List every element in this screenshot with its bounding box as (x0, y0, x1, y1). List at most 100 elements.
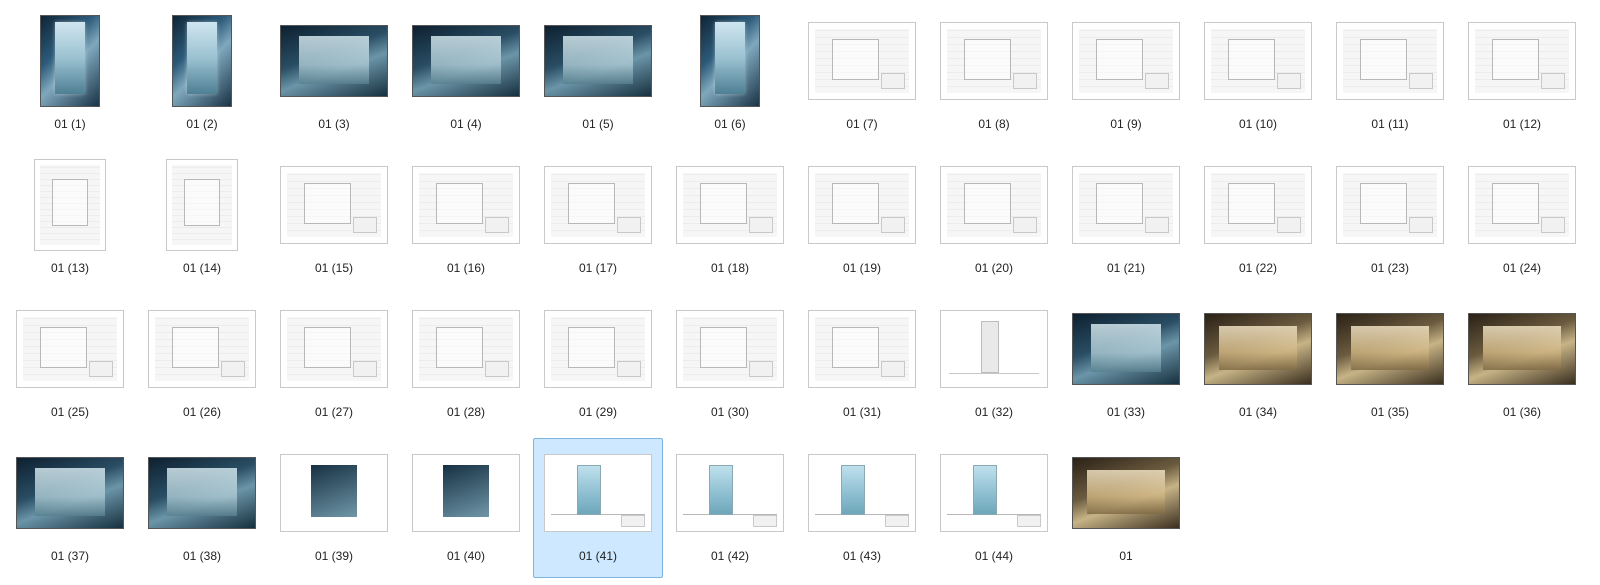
thumbnail-image (1468, 166, 1576, 244)
thumbnail-wrap (412, 443, 520, 543)
file-label: 01 (12) (1503, 117, 1541, 131)
thumbnail-image (676, 310, 784, 388)
file-label: 01 (21) (1107, 261, 1145, 275)
file-item[interactable]: 01 (11) (1325, 6, 1455, 146)
file-item[interactable]: 01 (10) (1193, 6, 1323, 146)
thumbnail-image (940, 454, 1048, 532)
thumbnail-wrap (940, 11, 1048, 111)
file-label: 01 (2) (186, 117, 217, 131)
file-item[interactable]: 01 (28) (401, 294, 531, 434)
thumbnail-wrap (940, 443, 1048, 543)
file-item[interactable]: 01 (34) (1193, 294, 1323, 434)
file-item[interactable]: 01 (1061, 438, 1191, 578)
thumbnail-image (172, 15, 232, 107)
thumbnail-wrap (1336, 299, 1444, 399)
thumbnail-wrap (700, 11, 760, 111)
file-item[interactable]: 01 (41) (533, 438, 663, 578)
thumbnail-wrap (412, 155, 520, 255)
file-item[interactable]: 01 (16) (401, 150, 531, 290)
file-item[interactable]: 01 (26) (137, 294, 267, 434)
file-item[interactable]: 01 (19) (797, 150, 927, 290)
file-item[interactable]: 01 (12) (1457, 6, 1587, 146)
thumbnail-wrap (40, 11, 100, 111)
thumbnail-image (280, 166, 388, 244)
file-item[interactable]: 01 (29) (533, 294, 663, 434)
file-item[interactable]: 01 (21) (1061, 150, 1191, 290)
file-item[interactable]: 01 (18) (665, 150, 795, 290)
file-label: 01 (26) (183, 405, 221, 419)
file-label: 01 (17) (579, 261, 617, 275)
file-item[interactable]: 01 (30) (665, 294, 795, 434)
file-item[interactable]: 01 (2) (137, 6, 267, 146)
file-label: 01 (15) (315, 261, 353, 275)
file-item[interactable]: 01 (32) (929, 294, 1059, 434)
thumbnail-image (1336, 166, 1444, 244)
thumbnail-image (34, 159, 106, 251)
thumbnail-wrap (1204, 299, 1312, 399)
file-label: 01 (39) (315, 549, 353, 563)
file-item[interactable]: 01 (31) (797, 294, 927, 434)
thumbnail-image (940, 166, 1048, 244)
thumbnail-image (412, 25, 520, 97)
file-label: 01 (9) (1110, 117, 1141, 131)
file-item[interactable]: 01 (8) (929, 6, 1059, 146)
file-item[interactable]: 01 (36) (1457, 294, 1587, 434)
file-item[interactable]: 01 (4) (401, 6, 531, 146)
file-item[interactable]: 01 (17) (533, 150, 663, 290)
file-item[interactable]: 01 (40) (401, 438, 531, 578)
file-label: 01 (41) (579, 549, 617, 563)
thumbnail-wrap (166, 155, 238, 255)
thumbnail-image (280, 25, 388, 97)
file-label: 01 (8) (978, 117, 1009, 131)
thumbnail-wrap (808, 443, 916, 543)
thumbnail-grid[interactable]: 01 (1)01 (2)01 (3)01 (4)01 (5)01 (6)01 (… (0, 0, 1600, 585)
thumbnail-wrap (1336, 155, 1444, 255)
file-item[interactable]: 01 (15) (269, 150, 399, 290)
file-item[interactable]: 01 (13) (5, 150, 135, 290)
file-item[interactable]: 01 (22) (1193, 150, 1323, 290)
file-item[interactable]: 01 (3) (269, 6, 399, 146)
thumbnail-image (412, 454, 520, 532)
thumbnail-image (544, 25, 652, 97)
thumbnail-wrap (940, 299, 1048, 399)
file-item[interactable]: 01 (43) (797, 438, 927, 578)
file-item[interactable]: 01 (9) (1061, 6, 1191, 146)
thumbnail-image (1072, 457, 1180, 529)
file-item[interactable]: 01 (38) (137, 438, 267, 578)
thumbnail-image (1204, 22, 1312, 100)
thumbnail-image (676, 166, 784, 244)
file-item[interactable]: 01 (35) (1325, 294, 1455, 434)
file-item[interactable]: 01 (5) (533, 6, 663, 146)
file-item[interactable]: 01 (20) (929, 150, 1059, 290)
thumbnail-image (412, 166, 520, 244)
file-item[interactable]: 01 (39) (269, 438, 399, 578)
thumbnail-image (1204, 166, 1312, 244)
thumbnail-wrap (940, 155, 1048, 255)
file-item[interactable]: 01 (44) (929, 438, 1059, 578)
file-item[interactable]: 01 (27) (269, 294, 399, 434)
thumbnail-image (1468, 313, 1576, 385)
thumbnail-image (1336, 22, 1444, 100)
file-item[interactable]: 01 (7) (797, 6, 927, 146)
file-item[interactable]: 01 (37) (5, 438, 135, 578)
thumbnail-image (700, 15, 760, 107)
file-label: 01 (32) (975, 405, 1013, 419)
thumbnail-image (940, 22, 1048, 100)
file-item[interactable]: 01 (24) (1457, 150, 1587, 290)
file-item[interactable]: 01 (33) (1061, 294, 1191, 434)
file-label: 01 (4) (450, 117, 481, 131)
thumbnail-image (40, 15, 100, 107)
thumbnail-image (808, 166, 916, 244)
thumbnail-wrap (280, 299, 388, 399)
file-item[interactable]: 01 (23) (1325, 150, 1455, 290)
thumbnail-wrap (808, 299, 916, 399)
file-item[interactable]: 01 (25) (5, 294, 135, 434)
file-item[interactable]: 01 (42) (665, 438, 795, 578)
thumbnail-wrap (16, 443, 124, 543)
thumbnail-image (1336, 313, 1444, 385)
thumbnail-wrap (1336, 11, 1444, 111)
file-item[interactable]: 01 (1) (5, 6, 135, 146)
file-item[interactable]: 01 (14) (137, 150, 267, 290)
file-item[interactable]: 01 (6) (665, 6, 795, 146)
thumbnail-wrap (280, 443, 388, 543)
